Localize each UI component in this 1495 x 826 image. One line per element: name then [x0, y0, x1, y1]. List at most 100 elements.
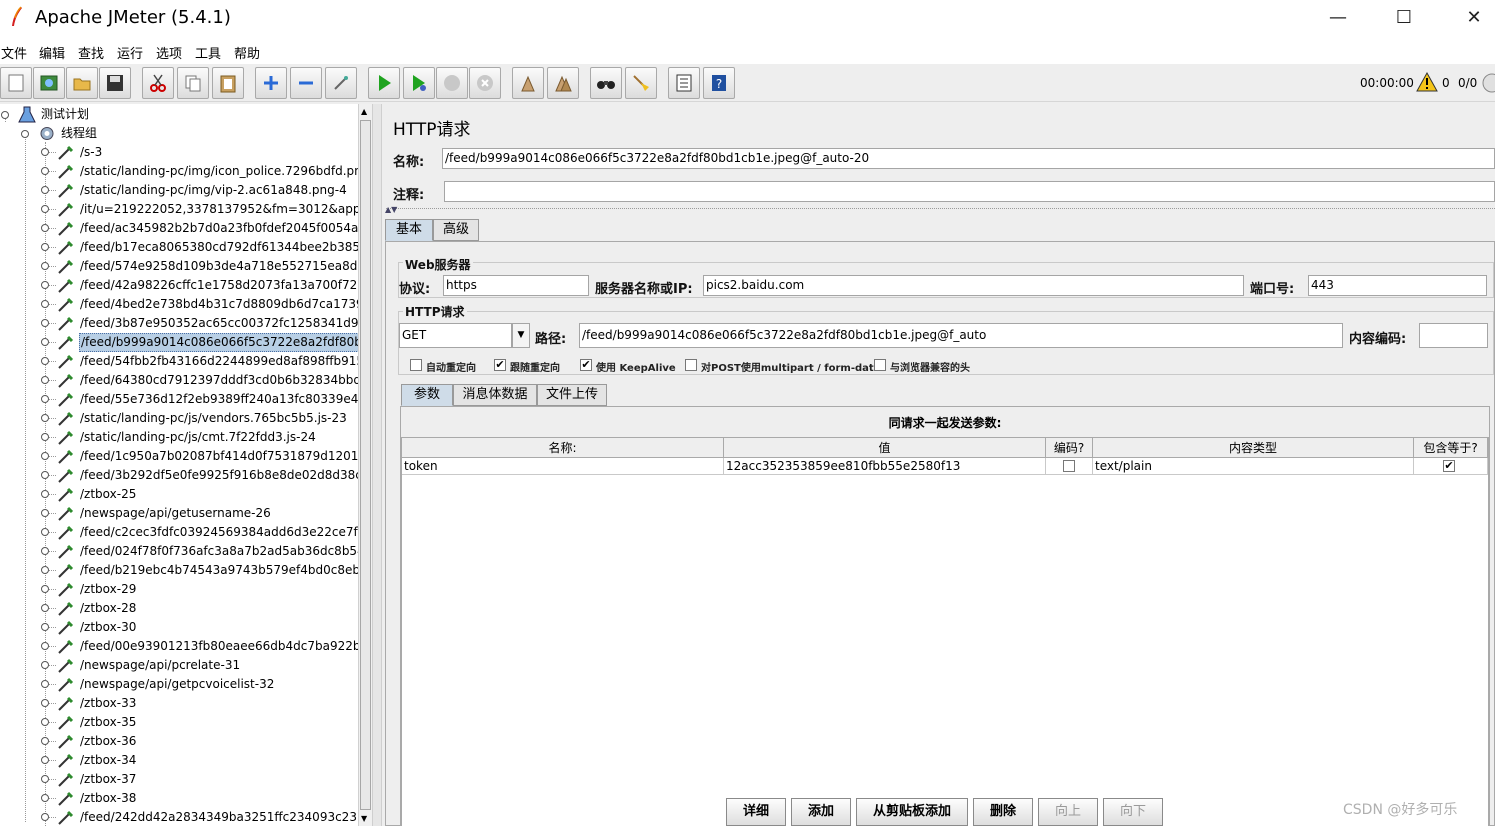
tree-expander[interactable]: [41, 585, 49, 593]
reset-search-button[interactable]: [625, 67, 657, 99]
tree-expander[interactable]: [41, 490, 49, 498]
tree-expander[interactable]: [41, 528, 49, 536]
include-equals-checkbox[interactable]: ✔: [1443, 460, 1455, 472]
tree-expander[interactable]: [41, 319, 49, 327]
encoding-field[interactable]: [1419, 323, 1488, 348]
tree-expander[interactable]: [41, 414, 49, 422]
tree-expander[interactable]: [41, 661, 49, 669]
tree-expander[interactable]: [41, 623, 49, 631]
cut-button[interactable]: [142, 67, 174, 99]
tab-basic[interactable]: 基本: [385, 219, 433, 241]
chevron-down-icon[interactable]: ▼: [512, 323, 530, 348]
column-header-name[interactable]: 名称:: [402, 438, 724, 458]
tree-expander[interactable]: [41, 167, 49, 175]
tree-expander[interactable]: [41, 224, 49, 232]
tree-expander[interactable]: [41, 243, 49, 251]
menu-tools[interactable]: 工具: [195, 43, 221, 62]
search-button[interactable]: [590, 67, 622, 99]
comment-field[interactable]: [444, 181, 1495, 202]
tree-expander[interactable]: [41, 794, 49, 802]
clear-button[interactable]: [512, 67, 544, 99]
templates-button[interactable]: [33, 67, 65, 99]
column-header-encode[interactable]: 编码?: [1046, 438, 1093, 458]
tree-expander[interactable]: [41, 452, 49, 460]
add-from-clipboard-button[interactable]: 从剪贴板添加: [856, 798, 968, 826]
tab-advanced[interactable]: 高级: [433, 219, 479, 241]
tree-expander[interactable]: [41, 338, 49, 346]
param-include-equals-cell[interactable]: ✔: [1414, 458, 1488, 475]
tree-expander[interactable]: [41, 737, 49, 745]
tab-parameters[interactable]: 参数: [401, 384, 453, 406]
tree-scrollbar[interactable]: ▲ ▼: [358, 104, 372, 826]
open-button[interactable]: [66, 67, 98, 99]
close-button[interactable]: ✕: [1459, 6, 1489, 30]
follow-redirect-checkbox[interactable]: ✔: [494, 359, 506, 371]
tree-expander[interactable]: [41, 205, 49, 213]
tree-expander[interactable]: [41, 376, 49, 384]
paste-button[interactable]: [212, 67, 244, 99]
scrollbar-thumb[interactable]: [360, 120, 371, 810]
keepalive-checkbox[interactable]: ✔: [580, 359, 592, 371]
function-helper-button[interactable]: [668, 67, 700, 99]
tree-expander[interactable]: [41, 604, 49, 612]
delete-button[interactable]: 删除: [973, 798, 1033, 826]
help-button[interactable]: ?: [703, 67, 735, 99]
param-name-cell[interactable]: token: [402, 458, 724, 475]
tree-expander[interactable]: [41, 566, 49, 574]
tree-expander[interactable]: [41, 509, 49, 517]
scroll-up-icon[interactable]: ▲: [361, 107, 367, 116]
encode-checkbox[interactable]: [1063, 460, 1075, 472]
tree-expander[interactable]: [41, 433, 49, 441]
menu-file[interactable]: 文件: [1, 43, 27, 62]
column-header-content-type[interactable]: 内容类型: [1093, 438, 1414, 458]
menu-run[interactable]: 运行: [117, 43, 143, 62]
tree-expander[interactable]: [1, 111, 9, 119]
clear-all-button[interactable]: [547, 67, 579, 99]
menu-options[interactable]: 选项: [156, 43, 182, 62]
expand-button[interactable]: [255, 67, 287, 99]
tree-expander[interactable]: [21, 130, 29, 138]
maximize-button[interactable]: ☐: [1389, 6, 1419, 30]
tree-expander[interactable]: [41, 718, 49, 726]
move-up-button[interactable]: 向上: [1038, 798, 1098, 826]
minimize-button[interactable]: —: [1323, 6, 1353, 30]
tree-expander[interactable]: [41, 300, 49, 308]
tree-expander[interactable]: [41, 395, 49, 403]
menu-help[interactable]: 帮助: [234, 43, 260, 62]
scroll-down-icon[interactable]: ▼: [361, 814, 367, 823]
shutdown-button[interactable]: [469, 67, 501, 99]
start-no-pauses-button[interactable]: [403, 67, 435, 99]
warning-icon[interactable]: [1416, 72, 1438, 92]
method-select[interactable]: GET: [399, 323, 512, 348]
save-button[interactable]: [99, 67, 131, 99]
tree-expander[interactable]: [41, 642, 49, 650]
tree-expander[interactable]: [41, 813, 49, 821]
browser-headers-checkbox[interactable]: [874, 359, 886, 371]
copy-button[interactable]: [177, 67, 209, 99]
protocol-field[interactable]: https: [443, 275, 589, 296]
tree-expander[interactable]: [41, 547, 49, 555]
collapse-button[interactable]: [290, 67, 322, 99]
add-button[interactable]: 添加: [791, 798, 851, 826]
tree-expander[interactable]: [41, 357, 49, 365]
new-button[interactable]: [0, 67, 32, 99]
tree-expander[interactable]: [41, 262, 49, 270]
column-header-value[interactable]: 值: [724, 438, 1046, 458]
detail-button[interactable]: 详细: [726, 798, 786, 826]
tree-expander[interactable]: [41, 186, 49, 194]
param-content-type-cell[interactable]: text/plain: [1093, 458, 1414, 475]
stop-button[interactable]: [436, 67, 468, 99]
split-pane-divider[interactable]: [372, 104, 382, 826]
move-down-button[interactable]: 向下: [1103, 798, 1163, 826]
multipart-checkbox[interactable]: [685, 359, 697, 371]
menu-edit[interactable]: 编辑: [39, 43, 65, 62]
toggle-button[interactable]: [325, 67, 357, 99]
param-encode-cell[interactable]: [1046, 458, 1093, 475]
port-field[interactable]: 443: [1308, 275, 1487, 296]
server-field[interactable]: pics2.baidu.com: [703, 275, 1244, 296]
tab-file-upload[interactable]: 文件上传: [537, 384, 607, 406]
tree-expander[interactable]: [41, 775, 49, 783]
menu-search[interactable]: 查找: [78, 43, 104, 62]
tree-expander[interactable]: [41, 699, 49, 707]
param-value-cell[interactable]: 12acc352353859ee810fbb55e2580f13: [724, 458, 1046, 475]
